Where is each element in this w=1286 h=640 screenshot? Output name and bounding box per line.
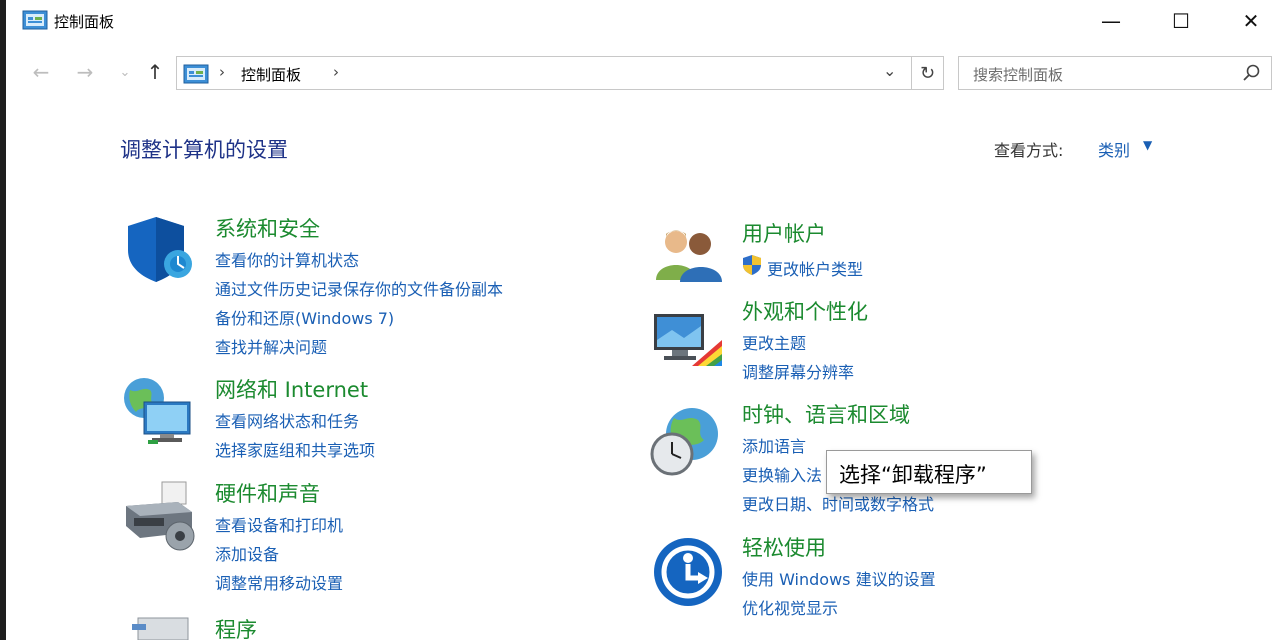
category-hardware-sound[interactable]: 硬件和声音: [215, 478, 320, 508]
window-title: 控制面板: [54, 13, 115, 31]
link-change-account-type[interactable]: 更改帐户类型: [767, 256, 863, 280]
category-programs[interactable]: 程序: [215, 614, 257, 640]
link-backup-restore[interactable]: 备份和还原(Windows 7): [215, 305, 394, 329]
uac-shield-icon: [743, 255, 761, 275]
view-by-dropdown[interactable]: 类别: [1098, 137, 1130, 161]
category-appearance[interactable]: 外观和个性化: [742, 296, 868, 326]
tooltip-text: 选择“卸载程序”: [839, 463, 987, 487]
link-recommended-settings[interactable]: 使用 Windows 建议的设置: [742, 566, 936, 590]
control-panel-icon: [183, 64, 209, 84]
link-optimize-display[interactable]: 优化视觉显示: [742, 595, 838, 619]
search-input[interactable]: 搜索控制面板: [958, 56, 1272, 90]
close-button[interactable]: ✕: [1216, 0, 1286, 42]
breadcrumb-separator[interactable]: ›: [333, 63, 339, 81]
search-icon[interactable]: [1241, 63, 1261, 83]
monitor-palette-icon[interactable]: [652, 310, 724, 370]
up-button[interactable]: ↑: [140, 58, 170, 86]
title-bar: 控制面板 — ☐ ✕: [6, 0, 1286, 42]
printer-icon[interactable]: [122, 480, 196, 554]
category-system-security[interactable]: 系统和安全: [215, 213, 320, 243]
category-user-accounts[interactable]: 用户帐户: [742, 218, 826, 248]
control-panel-icon: [22, 10, 48, 30]
link-homegroup-sharing[interactable]: 选择家庭组和共享选项: [215, 437, 375, 461]
link-add-device[interactable]: 添加设备: [215, 541, 279, 565]
category-network-internet[interactable]: 网络和 Internet: [215, 374, 368, 404]
breadcrumb-control-panel[interactable]: 控制面板: [241, 64, 301, 85]
breadcrumb-separator[interactable]: ›: [219, 63, 225, 81]
forward-button[interactable]: →: [70, 58, 100, 86]
refresh-button[interactable]: ↻: [912, 56, 944, 90]
network-globe-icon[interactable]: [122, 376, 196, 446]
address-dropdown-icon[interactable]: ⌄: [883, 61, 896, 80]
shield-icon[interactable]: [122, 214, 194, 286]
link-mobility-settings[interactable]: 调整常用移动设置: [215, 570, 343, 594]
tooltip: 选择“卸载程序”: [826, 450, 1032, 494]
link-devices-printers[interactable]: 查看设备和打印机: [215, 512, 343, 536]
clock-globe-icon[interactable]: [648, 404, 724, 478]
chevron-down-icon[interactable]: ▼: [1143, 138, 1152, 152]
address-bar[interactable]: › 控制面板 › ⌄: [176, 56, 912, 90]
maximize-button[interactable]: ☐: [1146, 0, 1216, 42]
navigation-bar: ← → ⌄ ↑ › 控制面板 › ⌄ ↻ 搜索控制面板: [6, 52, 1286, 92]
users-icon[interactable]: [654, 224, 724, 282]
link-add-language[interactable]: 添加语言: [742, 433, 806, 457]
link-file-history-backup[interactable]: 通过文件历史记录保存你的文件备份副本: [215, 276, 503, 300]
link-troubleshoot[interactable]: 查找并解决问题: [215, 334, 327, 358]
minimize-button[interactable]: —: [1076, 0, 1146, 42]
view-by-label: 查看方式:: [994, 141, 1064, 160]
link-view-computer-status[interactable]: 查看你的计算机状态: [215, 247, 359, 271]
category-ease-of-access[interactable]: 轻松使用: [742, 532, 826, 562]
programs-icon[interactable]: [130, 614, 192, 640]
recent-locations-button[interactable]: ⌄: [110, 58, 140, 86]
window-left-edge: [0, 0, 6, 640]
link-network-status[interactable]: 查看网络状态和任务: [215, 408, 359, 432]
link-date-time-format[interactable]: 更改日期、时间或数字格式: [742, 491, 934, 515]
page-title: 调整计算机的设置: [120, 138, 288, 162]
link-change-theme[interactable]: 更改主题: [742, 330, 806, 354]
search-placeholder: 搜索控制面板: [973, 66, 1064, 84]
category-clock-region[interactable]: 时钟、语言和区域: [742, 399, 910, 429]
link-screen-resolution[interactable]: 调整屏幕分辨率: [742, 359, 854, 383]
ease-of-access-icon[interactable]: [652, 536, 724, 608]
back-button[interactable]: ←: [26, 58, 56, 86]
link-change-input-method[interactable]: 更换输入法: [742, 462, 822, 486]
